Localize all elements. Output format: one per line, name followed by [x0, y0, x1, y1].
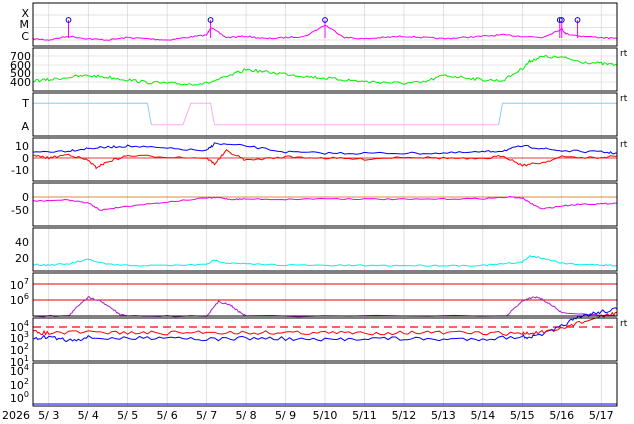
- x-tick-label: 5/10: [313, 409, 338, 422]
- x-tick-label: 5/ 8: [235, 409, 256, 422]
- x-tick-label: 5/ 6: [157, 409, 178, 422]
- y-tick-label: 104: [10, 363, 29, 378]
- x-tick-label: 5/ 9: [275, 409, 296, 422]
- x-tick-label: 5/ 4: [78, 409, 99, 422]
- x-tick-label: 5/11: [352, 409, 377, 422]
- y-tick-label: 107: [10, 277, 29, 292]
- y-tick-label: 106: [10, 292, 29, 307]
- x-tick-label: 5/ 3: [38, 409, 59, 422]
- x-tick-label: 5/16: [549, 409, 574, 422]
- y-tick-label: 400: [10, 76, 31, 89]
- y-tick-label: C: [21, 30, 29, 43]
- right-label: rt: [620, 140, 628, 150]
- x-tick-label: 5/14: [470, 409, 495, 422]
- x-tick-label: 5/17: [589, 409, 614, 422]
- x-tick-label: 5/ 7: [196, 409, 217, 422]
- y-tick-label: -10: [11, 164, 29, 177]
- x-year-label: 2026: [2, 409, 30, 422]
- x-tick-label: 5/15: [510, 409, 535, 422]
- x-tick-label: 5/ 5: [117, 409, 138, 422]
- y-tick-label: T: [21, 97, 29, 110]
- y-tick-label: 20: [15, 252, 29, 265]
- right-label: rt: [620, 319, 628, 329]
- y-tick-label: 100: [10, 390, 29, 405]
- y-tick-label: A: [21, 120, 29, 133]
- right-label: rt: [620, 94, 628, 104]
- y-tick-label: -50: [11, 204, 29, 217]
- right-label: rt: [620, 49, 628, 59]
- x-tick-label: 5/13: [431, 409, 456, 422]
- y-tick-label: 40: [15, 236, 29, 249]
- space-weather-chart: XMC700600500400TA100-100-504020107106104…: [2, 2, 628, 422]
- x-tick-label: 5/12: [392, 409, 417, 422]
- y-tick-label: 0: [22, 191, 29, 204]
